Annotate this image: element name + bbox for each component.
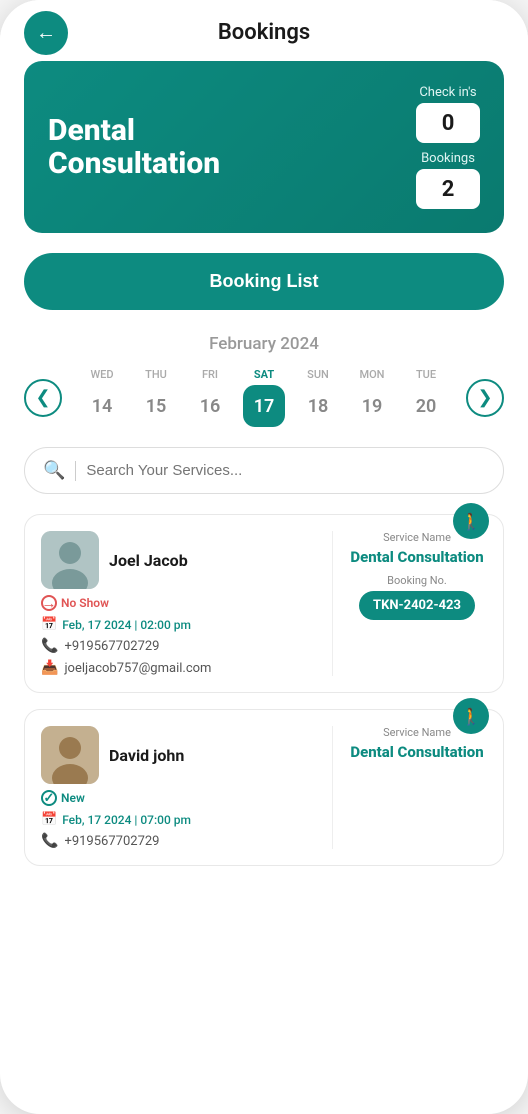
- booking-date: 📅 Feb, 17 2024 | 02:00 pm: [41, 617, 318, 632]
- checkins-group: Check in's 0: [416, 85, 480, 143]
- walk-in-badge: 🚶: [453, 503, 489, 539]
- service-card: Dental Consultation Check in's 0 Booking…: [24, 61, 504, 233]
- walk-in-badge: 🚶: [453, 698, 489, 734]
- day-num: 18: [297, 385, 339, 427]
- calendar-prev-button[interactable]: ❮: [24, 379, 62, 417]
- date-text: Feb, 17 2024 | 07:00 pm: [62, 813, 191, 827]
- calendar-next-button[interactable]: ❯: [466, 379, 504, 417]
- status-text: No Show: [61, 596, 109, 610]
- status-text: New: [61, 791, 85, 805]
- day-label: FRI: [202, 368, 218, 381]
- patient-name: David john: [109, 746, 184, 765]
- calendar-day[interactable]: THU 15: [132, 368, 180, 427]
- bookings-value: 2: [416, 169, 480, 209]
- bookings-list: Joel Jacob → No Show 📅 Feb, 17 2024 | 02…: [24, 514, 504, 866]
- date-text: Feb, 17 2024 | 02:00 pm: [62, 618, 191, 632]
- booking-list-button[interactable]: Booking List: [24, 253, 504, 310]
- patient-row: David john: [41, 726, 318, 784]
- day-label: SAT: [254, 368, 274, 381]
- service-label: Service Name: [383, 531, 451, 544]
- day-label: WED: [90, 368, 113, 381]
- service-label: Service Name: [383, 726, 451, 739]
- day-label: TUE: [416, 368, 436, 381]
- day-label: MON: [359, 368, 384, 381]
- header: ← Bookings: [0, 0, 528, 61]
- day-label: THU: [145, 368, 167, 381]
- calendar-row: ❮ WED 14 THU 15 FRI 16 SAT 17 SUN 18 MON…: [24, 368, 504, 427]
- booking-left: David john ✓ New 📅 Feb, 17 2024 | 07:00 …: [41, 726, 333, 849]
- booking-left: Joel Jacob → No Show 📅 Feb, 17 2024 | 02…: [41, 531, 333, 676]
- booking-card: Joel Jacob → No Show 📅 Feb, 17 2024 | 02…: [24, 514, 504, 693]
- service-stats: Check in's 0 Bookings 2: [416, 85, 480, 209]
- search-divider: [75, 461, 76, 481]
- phone-icon: 📞: [41, 833, 58, 849]
- phone-row: 📞 +919567702729: [41, 833, 318, 849]
- status-badge: ✓ New: [41, 790, 318, 806]
- booking-right: 🚶 Service Name Dental Consultation: [347, 726, 487, 849]
- patient-avatar: [41, 726, 99, 784]
- calendar-day[interactable]: TUE 20: [402, 368, 450, 427]
- calendar-day[interactable]: FRI 16: [186, 368, 234, 427]
- back-button[interactable]: ←: [24, 11, 68, 55]
- calendar-month: February 2024: [24, 334, 504, 354]
- search-icon: 🔍: [43, 460, 65, 481]
- phone-row: 📞 +919567702729: [41, 638, 318, 654]
- search-input[interactable]: [86, 462, 485, 479]
- booking-card: David john ✓ New 📅 Feb, 17 2024 | 07:00 …: [24, 709, 504, 866]
- calendar-day[interactable]: MON 19: [348, 368, 396, 427]
- booking-token[interactable]: TKN-2402-423: [359, 591, 475, 620]
- bookings-group: Bookings 2: [416, 151, 480, 209]
- walk-in-icon: 🚶: [461, 707, 481, 726]
- checkins-label: Check in's: [416, 85, 480, 100]
- patient-row: Joel Jacob: [41, 531, 318, 589]
- patient-phone: +919567702729: [64, 639, 159, 654]
- day-label: SUN: [307, 368, 329, 381]
- patient-avatar: [41, 531, 99, 589]
- patient-name: Joel Jacob: [109, 551, 188, 570]
- phone-icon: 📞: [41, 638, 58, 654]
- calendar-days: WED 14 THU 15 FRI 16 SAT 17 SUN 18 MON 1…: [62, 368, 466, 427]
- back-arrow-icon: ←: [36, 23, 56, 43]
- booking-right: 🚶 Service Name Dental Consultation Booki…: [347, 531, 487, 676]
- day-num: 19: [351, 385, 393, 427]
- bookings-label: Bookings: [416, 151, 480, 166]
- booking-no-label: Booking No.: [387, 574, 447, 587]
- day-num: 17: [243, 385, 285, 427]
- day-num: 20: [405, 385, 447, 427]
- search-bar: 🔍: [24, 447, 504, 494]
- page-title: Bookings: [218, 20, 310, 45]
- walk-in-icon: 🚶: [461, 512, 481, 531]
- booking-date: 📅 Feb, 17 2024 | 07:00 pm: [41, 812, 318, 827]
- day-num: 16: [189, 385, 231, 427]
- patient-email: joeljacob757@gmail.com: [64, 661, 211, 676]
- patient-phone: +919567702729: [64, 834, 159, 849]
- calendar-day[interactable]: WED 14: [78, 368, 126, 427]
- service-name-right: Dental Consultation: [350, 548, 483, 566]
- day-num: 15: [135, 385, 177, 427]
- email-icon: 📥: [41, 660, 58, 676]
- status-badge: → No Show: [41, 595, 318, 611]
- email-row: 📥 joeljacob757@gmail.com: [41, 660, 318, 676]
- day-num: 14: [81, 385, 123, 427]
- calendar-day[interactable]: SUN 18: [294, 368, 342, 427]
- checkins-value: 0: [416, 103, 480, 143]
- calendar-section: February 2024 ❮ WED 14 THU 15 FRI 16 SAT…: [24, 334, 504, 427]
- service-name-right: Dental Consultation: [350, 743, 483, 761]
- calendar-day[interactable]: SAT 17: [240, 368, 288, 427]
- service-card-name: Dental Consultation: [48, 114, 268, 180]
